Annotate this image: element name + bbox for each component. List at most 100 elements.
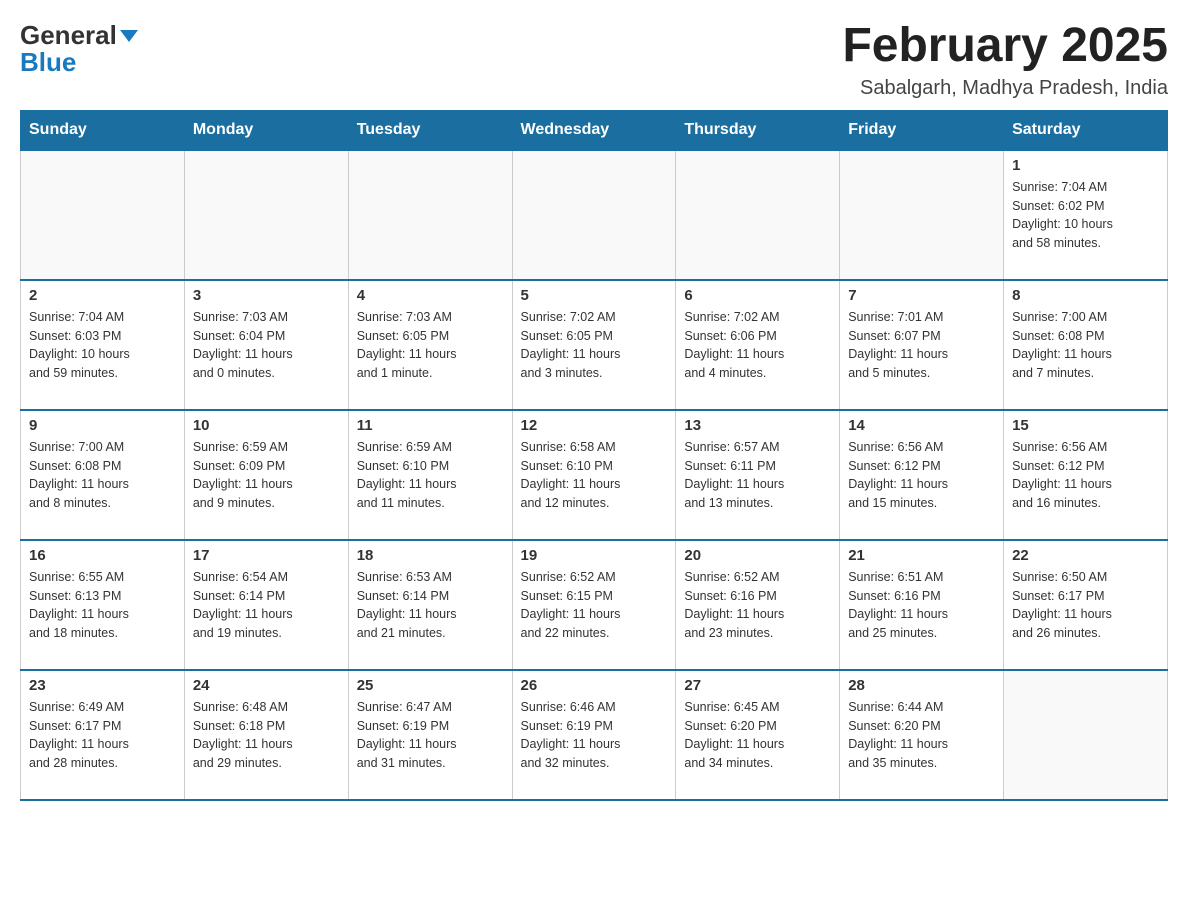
calendar-cell: 22 Sunrise: 6:50 AMSunset: 6:17 PMDayligh… <box>1004 540 1168 670</box>
day-info: Sunrise: 7:03 AMSunset: 6:04 PMDaylight:… <box>193 308 340 383</box>
day-number: 27 <box>684 677 831 694</box>
calendar-week-row: 1 Sunrise: 7:04 AMSunset: 6:02 PMDaylight… <box>21 150 1168 280</box>
day-info: Sunrise: 7:01 AMSunset: 6:07 PMDaylight:… <box>848 308 995 383</box>
day-number: 25 <box>357 677 504 694</box>
calendar-cell <box>184 150 348 280</box>
day-info: Sunrise: 6:46 AMSunset: 6:19 PMDaylight:… <box>521 698 668 773</box>
day-info: Sunrise: 6:48 AMSunset: 6:18 PMDaylight:… <box>193 698 340 773</box>
day-info: Sunrise: 7:04 AMSunset: 6:03 PMDaylight:… <box>29 308 176 383</box>
calendar-cell: 20 Sunrise: 6:52 AMSunset: 6:16 PMDayligh… <box>676 540 840 670</box>
day-info: Sunrise: 6:44 AMSunset: 6:20 PMDaylight:… <box>848 698 995 773</box>
day-number: 26 <box>521 677 668 694</box>
calendar-cell <box>348 150 512 280</box>
day-info: Sunrise: 6:49 AMSunset: 6:17 PMDaylight:… <box>29 698 176 773</box>
day-number: 23 <box>29 677 176 694</box>
day-number: 21 <box>848 547 995 564</box>
day-info: Sunrise: 6:59 AMSunset: 6:10 PMDaylight:… <box>357 438 504 513</box>
day-info: Sunrise: 7:02 AMSunset: 6:05 PMDaylight:… <box>521 308 668 383</box>
calendar-cell: 23 Sunrise: 6:49 AMSunset: 6:17 PMDayligh… <box>21 670 185 800</box>
day-number: 19 <box>521 547 668 564</box>
calendar-cell: 8 Sunrise: 7:00 AMSunset: 6:08 PMDaylight… <box>1004 280 1168 410</box>
day-info: Sunrise: 6:52 AMSunset: 6:16 PMDaylight:… <box>684 568 831 643</box>
calendar-cell: 15 Sunrise: 6:56 AMSunset: 6:12 PMDayligh… <box>1004 410 1168 540</box>
day-info: Sunrise: 6:58 AMSunset: 6:10 PMDaylight:… <box>521 438 668 513</box>
day-number: 4 <box>357 287 504 304</box>
day-number: 1 <box>1012 157 1159 174</box>
calendar-cell: 10 Sunrise: 6:59 AMSunset: 6:09 PMDayligh… <box>184 410 348 540</box>
calendar-cell: 18Sunrise: 6:53 AMSunset: 6:14 PMDayligh… <box>348 540 512 670</box>
calendar-week-row: 9Sunrise: 7:00 AMSunset: 6:08 PMDaylight… <box>21 410 1168 540</box>
column-header-sunday: Sunday <box>21 110 185 150</box>
day-info: Sunrise: 7:00 AMSunset: 6:08 PMDaylight:… <box>1012 308 1159 383</box>
calendar-cell: 2 Sunrise: 7:04 AMSunset: 6:03 PMDaylight… <box>21 280 185 410</box>
calendar-table: SundayMondayTuesdayWednesdayThursdayFrid… <box>20 110 1168 801</box>
calendar-cell: 25 Sunrise: 6:47 AMSunset: 6:19 PMDayligh… <box>348 670 512 800</box>
logo-arrow-icon <box>120 30 138 42</box>
calendar-cell <box>676 150 840 280</box>
calendar-cell: 1 Sunrise: 7:04 AMSunset: 6:02 PMDaylight… <box>1004 150 1168 280</box>
calendar-cell: 16 Sunrise: 6:55 AMSunset: 6:13 PMDayligh… <box>21 540 185 670</box>
page-header: General Blue February 2025 Sabalgarh, Ma… <box>20 20 1168 100</box>
calendar-cell: 13Sunrise: 6:57 AMSunset: 6:11 PMDayligh… <box>676 410 840 540</box>
day-info: Sunrise: 7:04 AMSunset: 6:02 PMDaylight:… <box>1012 178 1159 253</box>
day-info: Sunrise: 7:03 AMSunset: 6:05 PMDaylight:… <box>357 308 504 383</box>
day-number: 2 <box>29 287 176 304</box>
calendar-cell: 9Sunrise: 7:00 AMSunset: 6:08 PMDaylight… <box>21 410 185 540</box>
column-header-saturday: Saturday <box>1004 110 1168 150</box>
day-info: Sunrise: 7:00 AMSunset: 6:08 PMDaylight:… <box>29 438 176 513</box>
calendar-cell: 17Sunrise: 6:54 AMSunset: 6:14 PMDayligh… <box>184 540 348 670</box>
day-number: 6 <box>684 287 831 304</box>
calendar-cell: 21 Sunrise: 6:51 AMSunset: 6:16 PMDayligh… <box>840 540 1004 670</box>
calendar-cell <box>512 150 676 280</box>
day-number: 20 <box>684 547 831 564</box>
calendar-cell: 27 Sunrise: 6:45 AMSunset: 6:20 PMDayligh… <box>676 670 840 800</box>
day-number: 10 <box>193 417 340 434</box>
day-number: 16 <box>29 547 176 564</box>
day-number: 5 <box>521 287 668 304</box>
day-info: Sunrise: 6:51 AMSunset: 6:16 PMDaylight:… <box>848 568 995 643</box>
calendar-cell: 12 Sunrise: 6:58 AMSunset: 6:10 PMDayligh… <box>512 410 676 540</box>
calendar-cell: 24 Sunrise: 6:48 AMSunset: 6:18 PMDayligh… <box>184 670 348 800</box>
day-info: Sunrise: 6:56 AMSunset: 6:12 PMDaylight:… <box>1012 438 1159 513</box>
month-title: February 2025 <box>842 20 1168 73</box>
day-number: 17 <box>193 547 340 564</box>
day-number: 3 <box>193 287 340 304</box>
calendar-cell: 19 Sunrise: 6:52 AMSunset: 6:15 PMDayligh… <box>512 540 676 670</box>
day-info: Sunrise: 6:45 AMSunset: 6:20 PMDaylight:… <box>684 698 831 773</box>
day-number: 13 <box>684 417 831 434</box>
logo: General Blue <box>20 20 138 78</box>
calendar-cell <box>21 150 185 280</box>
column-header-wednesday: Wednesday <box>512 110 676 150</box>
day-number: 18 <box>357 547 504 564</box>
day-info: Sunrise: 6:50 AMSunset: 6:17 PMDaylight:… <box>1012 568 1159 643</box>
calendar-cell: 6 Sunrise: 7:02 AMSunset: 6:06 PMDaylight… <box>676 280 840 410</box>
day-number: 7 <box>848 287 995 304</box>
day-info: Sunrise: 6:52 AMSunset: 6:15 PMDaylight:… <box>521 568 668 643</box>
location-subtitle: Sabalgarh, Madhya Pradesh, India <box>842 77 1168 100</box>
day-number: 15 <box>1012 417 1159 434</box>
calendar-cell: 28 Sunrise: 6:44 AMSunset: 6:20 PMDayligh… <box>840 670 1004 800</box>
calendar-cell: 26 Sunrise: 6:46 AMSunset: 6:19 PMDayligh… <box>512 670 676 800</box>
day-number: 22 <box>1012 547 1159 564</box>
day-number: 8 <box>1012 287 1159 304</box>
day-number: 11 <box>357 417 504 434</box>
day-info: Sunrise: 7:02 AMSunset: 6:06 PMDaylight:… <box>684 308 831 383</box>
day-number: 24 <box>193 677 340 694</box>
calendar-cell: 3 Sunrise: 7:03 AMSunset: 6:04 PMDaylight… <box>184 280 348 410</box>
calendar-cell: 4 Sunrise: 7:03 AMSunset: 6:05 PMDaylight… <box>348 280 512 410</box>
calendar-week-row: 2 Sunrise: 7:04 AMSunset: 6:03 PMDaylight… <box>21 280 1168 410</box>
column-header-friday: Friday <box>840 110 1004 150</box>
day-info: Sunrise: 6:47 AMSunset: 6:19 PMDaylight:… <box>357 698 504 773</box>
day-number: 28 <box>848 677 995 694</box>
day-info: Sunrise: 6:55 AMSunset: 6:13 PMDaylight:… <box>29 568 176 643</box>
calendar-cell: 7 Sunrise: 7:01 AMSunset: 6:07 PMDaylight… <box>840 280 1004 410</box>
calendar-cell <box>840 150 1004 280</box>
calendar-cell <box>1004 670 1168 800</box>
column-header-tuesday: Tuesday <box>348 110 512 150</box>
day-info: Sunrise: 6:59 AMSunset: 6:09 PMDaylight:… <box>193 438 340 513</box>
calendar-cell: 5 Sunrise: 7:02 AMSunset: 6:05 PMDaylight… <box>512 280 676 410</box>
calendar-week-row: 23 Sunrise: 6:49 AMSunset: 6:17 PMDayligh… <box>21 670 1168 800</box>
calendar-cell: 14Sunrise: 6:56 AMSunset: 6:12 PMDayligh… <box>840 410 1004 540</box>
day-number: 12 <box>521 417 668 434</box>
title-area: February 2025 Sabalgarh, Madhya Pradesh,… <box>842 20 1168 100</box>
